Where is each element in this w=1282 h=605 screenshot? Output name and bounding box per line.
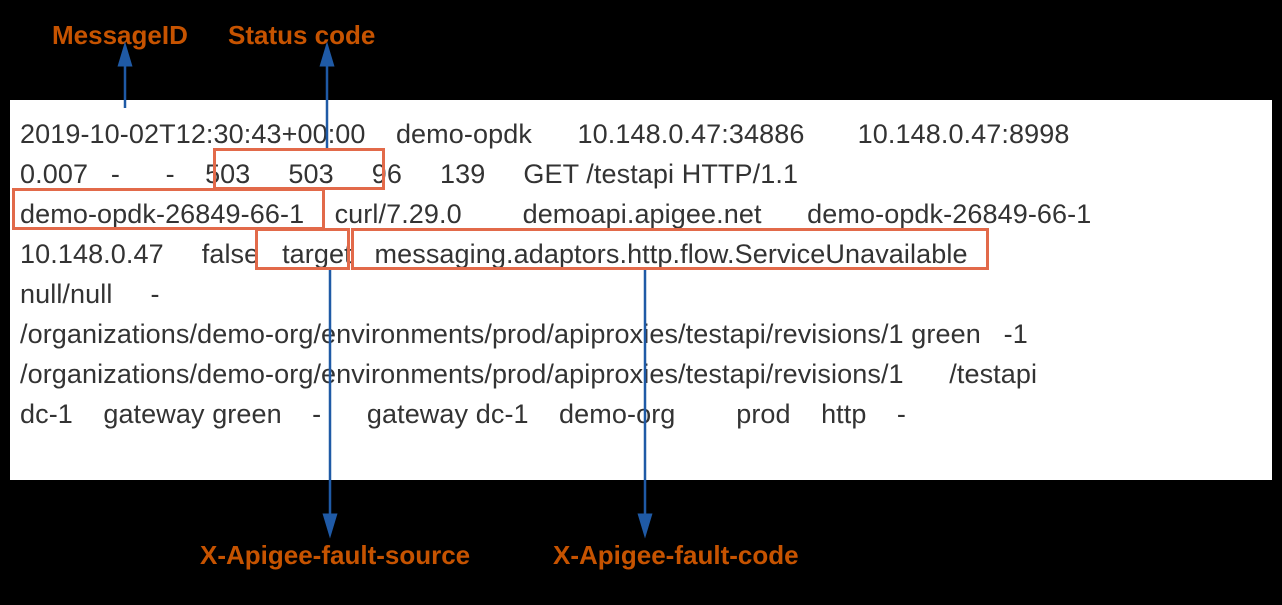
log-line-5: null/null - xyxy=(20,279,160,309)
highlight-fault-source xyxy=(255,228,350,270)
label-messageid: MessageID xyxy=(52,20,188,51)
arrow-messageid xyxy=(115,50,135,110)
highlight-fault-code xyxy=(351,228,989,270)
arrow-fault-source xyxy=(320,268,340,533)
label-statuscode: Status code xyxy=(228,20,375,51)
highlight-message-id xyxy=(12,188,325,230)
arrow-fault-code xyxy=(635,268,655,533)
log-line-2: 0.007 - - 503 503 96 139 GET /testapi HT… xyxy=(20,159,798,189)
log-line-8: dc-1 gateway green - gateway dc-1 demo-o… xyxy=(20,399,906,429)
label-fault-source: X-Apigee-fault-source xyxy=(200,540,470,571)
log-line-7: /organizations/demo-org/environments/pro… xyxy=(20,359,1037,389)
highlight-status-code xyxy=(213,148,385,190)
label-fault-code: X-Apigee-fault-code xyxy=(553,540,799,571)
arrow-statuscode xyxy=(317,50,337,150)
log-line-6: /organizations/demo-org/environments/pro… xyxy=(20,319,1028,349)
log-line-1: 2019-10-02T12:30:43+00:00 demo-opdk 10.1… xyxy=(20,119,1069,149)
